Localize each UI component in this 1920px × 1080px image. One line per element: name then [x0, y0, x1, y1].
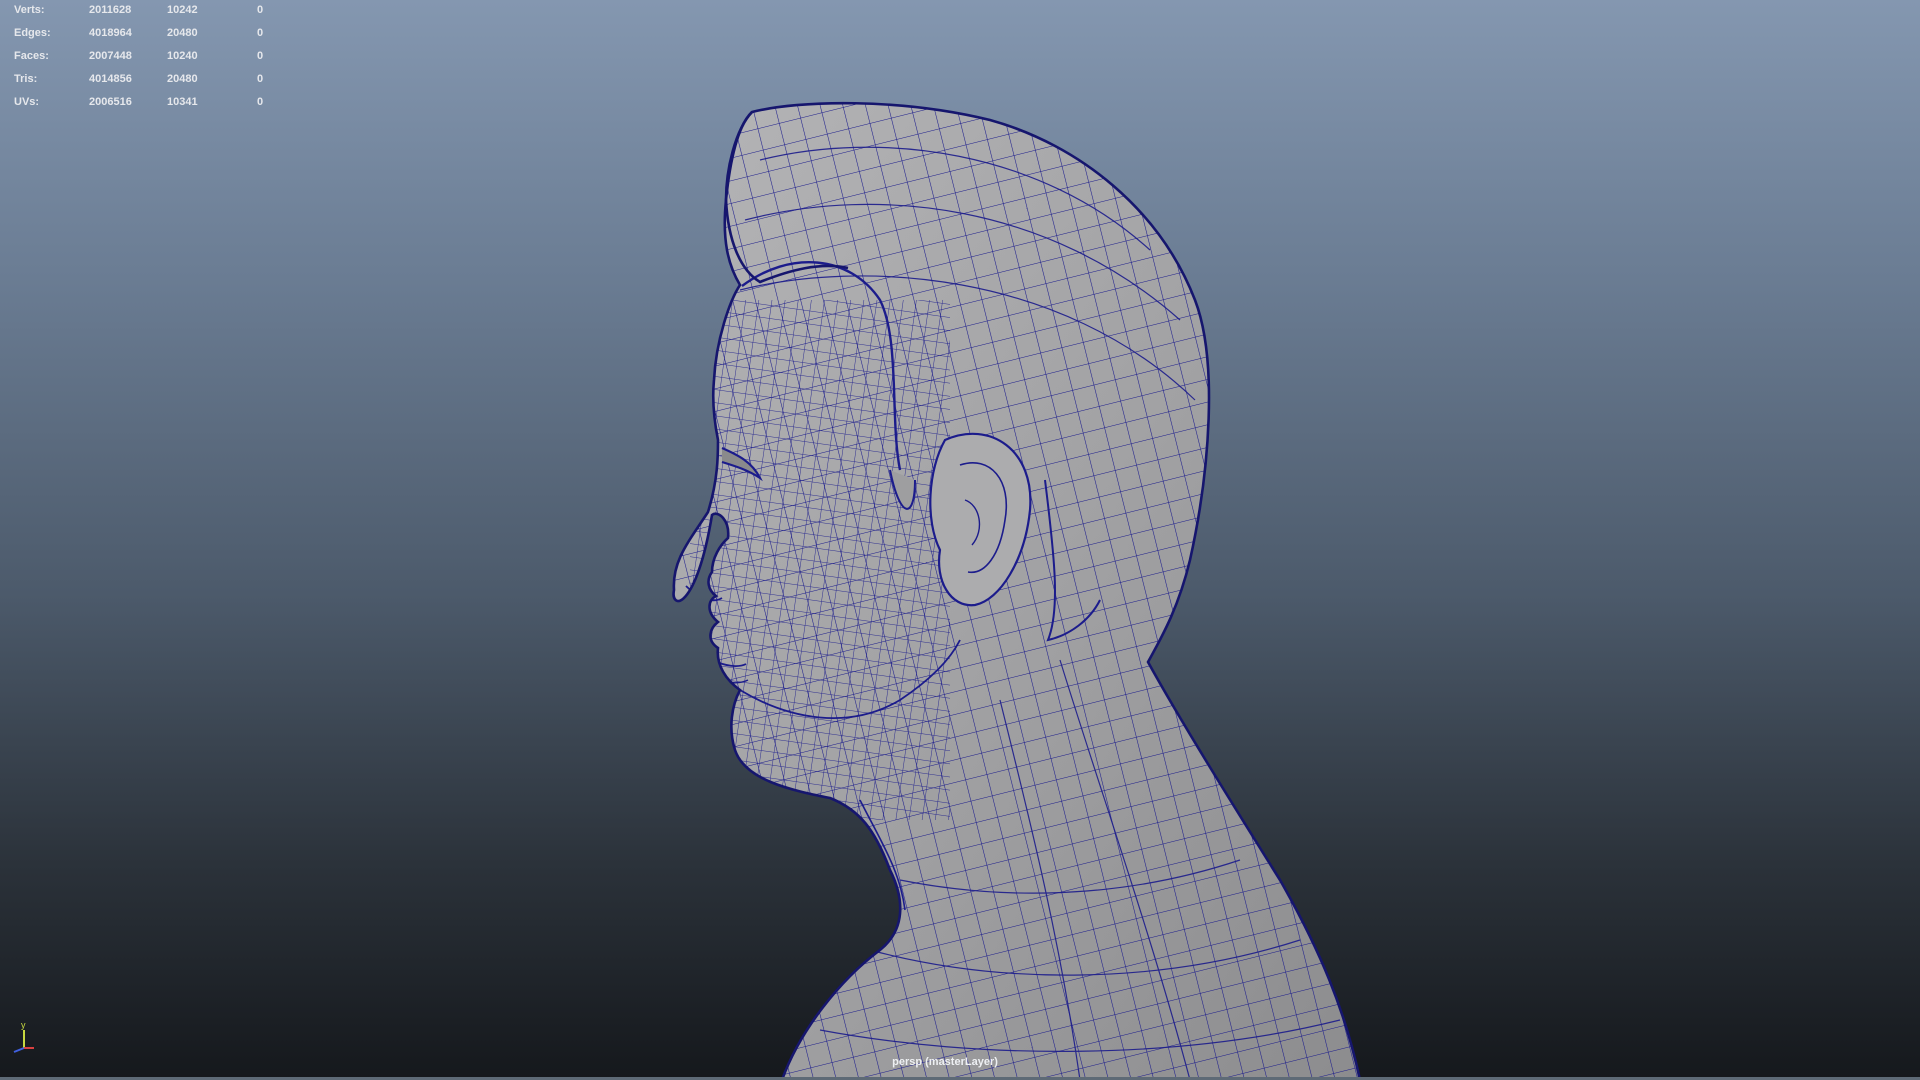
hud-selected: 20480: [167, 27, 198, 39]
hud-selected: 20480: [167, 73, 198, 85]
hud-label: Tris:: [14, 73, 38, 85]
hud-label: Edges:: [14, 27, 51, 39]
hud-selected: 10242: [167, 4, 198, 16]
hud-total: 4018964: [89, 27, 132, 39]
hud-label: UVs:: [14, 96, 40, 108]
camera-label: persp (masterLayer): [892, 1056, 998, 1068]
hud-components: 0: [257, 27, 264, 39]
hud-row-faces: Faces: 2007448 10240 0: [14, 48, 274, 71]
hud-label: Faces:: [14, 50, 49, 62]
hud-total: 2007448: [89, 50, 132, 62]
hud-label: Verts:: [14, 4, 45, 16]
hud-row-tris: Tris: 4014856 20480 0: [14, 71, 274, 94]
poly-count-hud: Verts: 2011628 10242 0 Edges: 4018964 20…: [14, 2, 274, 117]
3d-model-wireframe[interactable]: [0, 0, 1920, 1080]
z-axis-line: [13, 1047, 25, 1053]
y-axis-label: y: [21, 1020, 26, 1030]
perspective-viewport[interactable]: Verts: 2011628 10242 0 Edges: 4018964 20…: [0, 0, 1920, 1080]
hud-row-edges: Edges: 4018964 20480 0: [14, 25, 274, 48]
hud-components: 0: [257, 96, 264, 108]
hud-components: 0: [257, 4, 264, 16]
hud-selected: 10341: [167, 96, 198, 108]
hud-row-uvs: UVs: 2006516 10341 0: [14, 94, 274, 117]
hud-total: 2011628: [89, 4, 132, 16]
hud-row-verts: Verts: 2011628 10242 0: [14, 2, 274, 25]
hud-components: 0: [257, 50, 264, 62]
hud-selected: 10240: [167, 50, 198, 62]
axis-gizmo-icon: y: [13, 1020, 34, 1053]
hud-total: 4014856: [89, 73, 132, 85]
hud-total: 2006516: [89, 96, 132, 108]
hud-components: 0: [257, 73, 264, 85]
